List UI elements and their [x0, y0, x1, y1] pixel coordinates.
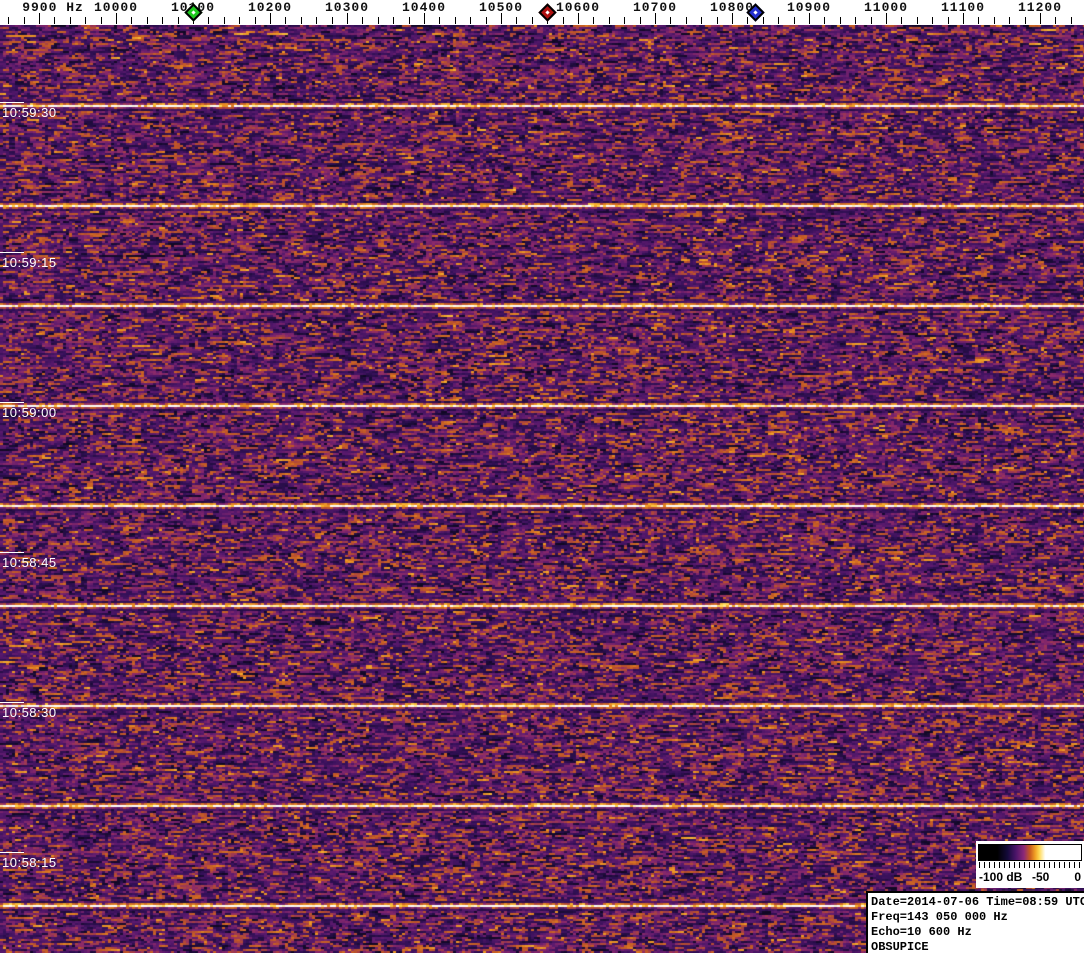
frequency-ruler: 9900 Hz100001010010200103001040010500106…	[0, 0, 1084, 25]
ruler-minor-tick	[624, 17, 625, 24]
ruler-minor-tick	[640, 17, 641, 24]
ruler-minor-tick	[378, 17, 379, 24]
ruler-minor-tick	[439, 17, 440, 24]
ruler-minor-tick	[70, 17, 71, 24]
scale-label-max: 0	[1074, 870, 1081, 884]
ruler-minor-tick	[1055, 17, 1056, 24]
ruler-minor-tick	[162, 17, 163, 24]
time-tick-line	[0, 402, 24, 403]
time-tick-line	[0, 552, 24, 553]
ruler-minor-tick	[609, 17, 610, 24]
time-label: 10:59:30	[2, 105, 57, 120]
ruler-minor-tick	[824, 17, 825, 24]
time-tick-line	[0, 102, 24, 103]
ruler-minor-tick	[332, 17, 333, 24]
color-scale-ticks	[979, 862, 1081, 868]
ruler-minor-tick	[362, 17, 363, 24]
ruler-minor-tick	[301, 17, 302, 24]
scale-label-min: -100 dB	[979, 870, 1022, 884]
ruler-minor-tick	[101, 17, 102, 24]
ruler-minor-tick	[470, 17, 471, 24]
info-line-echo: Echo=10 600 Hz	[871, 925, 1083, 940]
ruler-minor-tick	[1071, 17, 1072, 24]
ruler-minor-tick	[24, 17, 25, 24]
time-tick-line	[0, 852, 24, 853]
time-tick-line	[0, 702, 24, 703]
ruler-minor-tick	[763, 17, 764, 24]
scale-label-mid: -50	[1032, 870, 1049, 884]
ruler-minor-tick	[717, 17, 718, 24]
ruler-minor-tick	[871, 17, 872, 24]
status-info-box: Date=2014-07-06 Time=08:59 UTC Freq=143 …	[866, 891, 1084, 953]
ruler-minor-tick	[1025, 17, 1026, 24]
time-label: 10:59:00	[2, 405, 57, 420]
intensity-gradient-bar	[978, 844, 1082, 861]
ruler-minor-tick	[85, 17, 86, 24]
ruler-minor-tick	[994, 17, 995, 24]
ruler-minor-tick	[285, 17, 286, 24]
ruler-minor-tick	[670, 17, 671, 24]
ruler-minor-tick	[8, 17, 9, 24]
color-scale-panel: -100 dB -50 0	[976, 841, 1084, 888]
ruler-minor-tick	[239, 17, 240, 24]
ruler-minor-tick	[532, 17, 533, 24]
waterfall-display[interactable]	[0, 25, 1084, 953]
ruler-minor-tick	[516, 17, 517, 24]
ruler-minor-tick	[563, 17, 564, 24]
ruler-minor-tick	[855, 17, 856, 24]
ruler-minor-tick	[778, 17, 779, 24]
ruler-minor-tick	[178, 17, 179, 24]
ruler-minor-tick	[131, 17, 132, 24]
ruler-minor-tick	[840, 17, 841, 24]
ruler-minor-tick	[393, 17, 394, 24]
ruler-minor-tick	[917, 17, 918, 24]
ruler-minor-tick	[255, 17, 256, 24]
ruler-minor-tick	[701, 17, 702, 24]
ruler-minor-tick	[794, 17, 795, 24]
time-label: 10:58:15	[2, 855, 57, 870]
ruler-minor-tick	[932, 17, 933, 24]
time-tick-line	[0, 252, 24, 253]
ruler-minor-tick	[208, 17, 209, 24]
ruler-minor-tick	[224, 17, 225, 24]
time-label: 10:59:15	[2, 255, 57, 270]
time-label: 10:58:45	[2, 555, 57, 570]
info-line-date: Date=2014-07-06 Time=08:59 UTC	[871, 895, 1083, 910]
time-label: 10:58:30	[2, 705, 57, 720]
info-line-freq: Freq=143 050 000 Hz	[871, 910, 1083, 925]
ruler-minor-tick	[147, 17, 148, 24]
ruler-minor-tick	[686, 17, 687, 24]
ruler-minor-tick	[978, 17, 979, 24]
ruler-minor-tick	[486, 17, 487, 24]
ruler-minor-tick	[948, 17, 949, 24]
ruler-minor-tick	[593, 17, 594, 24]
ruler-minor-tick	[455, 17, 456, 24]
ruler-minor-tick	[316, 17, 317, 24]
ruler-minor-tick	[409, 17, 410, 24]
freq-label: 11200	[995, 0, 1084, 15]
ruler-minor-tick	[1009, 17, 1010, 24]
ruler-minor-tick	[54, 17, 55, 24]
ruler-minor-tick	[901, 17, 902, 24]
info-line-station: OBSUPICE	[871, 940, 1083, 953]
spectrogram-screen: 9900 Hz100001010010200103001040010500106…	[0, 0, 1084, 953]
ruler-minor-tick	[747, 17, 748, 24]
